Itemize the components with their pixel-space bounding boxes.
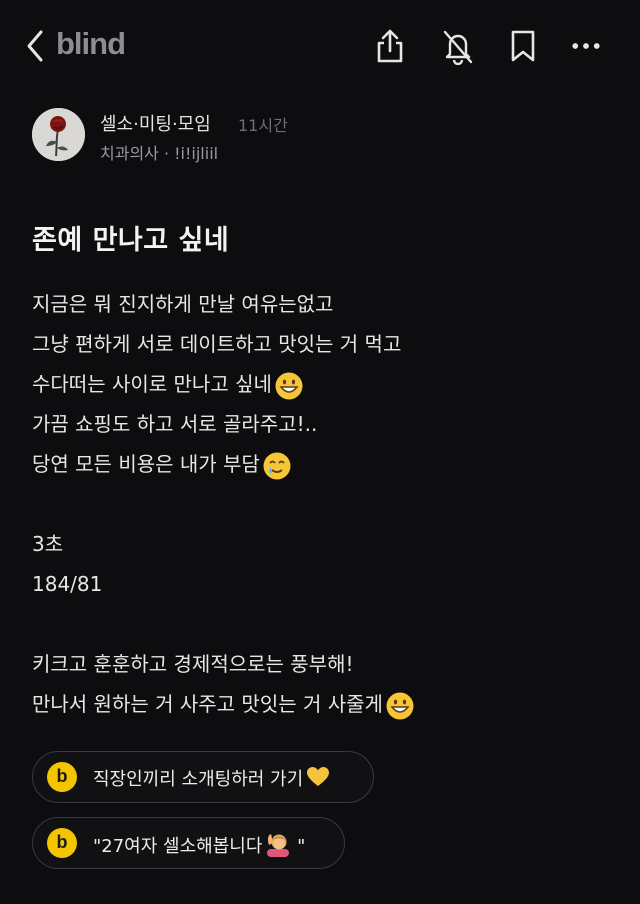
share-icon[interactable] xyxy=(373,27,407,65)
person-raising-hand-icon xyxy=(267,834,290,857)
back-icon[interactable] xyxy=(24,28,48,64)
board-name[interactable]: 셀소·미팅·모임 xyxy=(100,110,211,136)
blind-badge-icon: b xyxy=(47,828,77,858)
yellow-heart-icon xyxy=(307,767,330,786)
chip-label: "27여자 셀소해봅니다 " xyxy=(93,831,305,858)
body-line: 만나서 원하는 거 사주고 맛잇는 거 사줄게 xyxy=(32,684,612,724)
body-line: 가끔 쇼핑도 하고 서로 골라주고!.. xyxy=(32,412,318,436)
avatar[interactable] xyxy=(32,108,85,161)
post-author: 셀소·미팅·모임 11시간 치과의사 · !i!ijliil xyxy=(32,108,592,164)
top-bar: blind xyxy=(0,0,640,92)
notification-off-icon[interactable] xyxy=(441,27,475,65)
blind-badge-icon: b xyxy=(47,762,77,792)
related-post-chip[interactable]: b "27여자 셀소해봅니다 " xyxy=(32,817,345,869)
body-line: 키크고 훈훈하고 경제적으로는 풍부해! xyxy=(32,652,354,676)
app-logo: blind xyxy=(56,26,126,61)
more-icon[interactable] xyxy=(569,27,603,65)
grinning-face-icon xyxy=(275,372,303,399)
bookmark-icon[interactable] xyxy=(506,27,540,65)
grinning-face-icon xyxy=(386,692,414,719)
body-line: 지금은 뭐 진지하게 만날 여유는없고 xyxy=(32,292,334,316)
author-meta: 치과의사 · !i!ijliil xyxy=(100,144,219,163)
body-line: 그냥 편하게 서로 데이트하고 맛잇는 거 먹고 xyxy=(32,332,402,356)
chip-label: 직장인끼리 소개팅하러 가기 xyxy=(93,765,330,791)
body-line: 수다떠는 사이로 만나고 싶네 xyxy=(32,364,612,404)
body-line: 184/81 xyxy=(32,572,103,596)
smiling-face-with-tear-icon xyxy=(263,452,291,479)
post-time: 11시간 xyxy=(238,116,288,135)
body-line: 3초 xyxy=(32,532,64,556)
post-body: 지금은 뭐 진지하게 만날 여유는없고 그냥 편하게 서로 데이트하고 맛잇는 … xyxy=(32,284,612,724)
post-title: 존예 만나고 싶네 xyxy=(32,225,230,256)
body-line: 당연 모든 비용은 내가 부담 xyxy=(32,444,612,484)
rose-icon xyxy=(32,108,85,161)
related-link-chip[interactable]: b 직장인끼리 소개팅하러 가기 xyxy=(32,751,374,803)
body-line-empty xyxy=(32,484,612,524)
body-line-empty xyxy=(32,604,612,644)
